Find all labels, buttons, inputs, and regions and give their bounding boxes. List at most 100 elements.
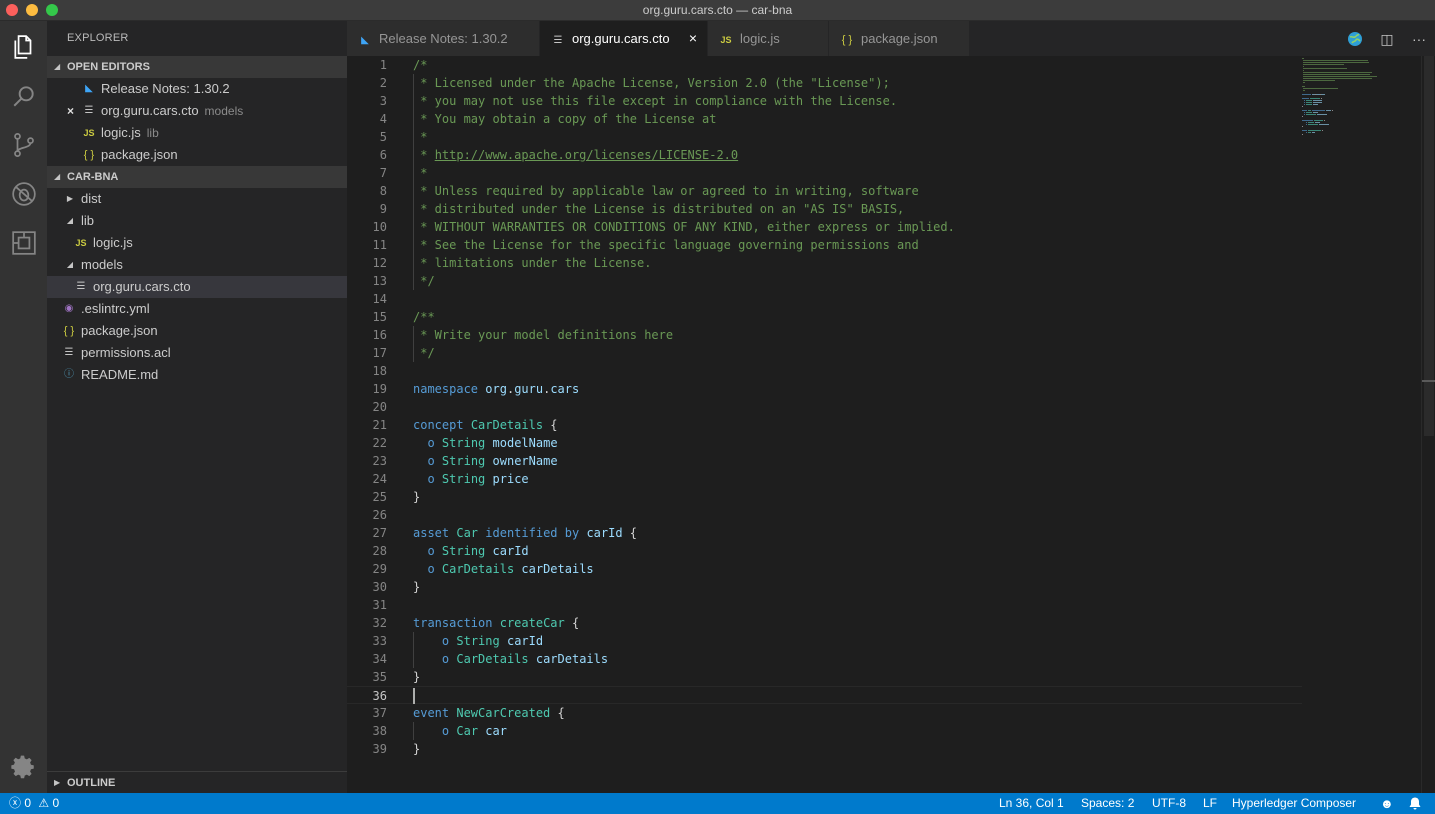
line-number[interactable]: 35: [347, 668, 387, 686]
line-number[interactable]: 12: [347, 254, 387, 272]
code-line[interactable]: 6 * http://www.apache.org/licenses/LICEN…: [347, 146, 1302, 164]
tree-folder-models[interactable]: ◢ models: [47, 254, 347, 276]
code-line[interactable]: 34 o CarDetails carDetails: [347, 650, 1302, 668]
feedback-smiley-icon[interactable]: ☻: [1380, 793, 1394, 814]
code-line[interactable]: 13 */: [347, 272, 1302, 290]
code-line[interactable]: 23 o String ownerName: [347, 452, 1302, 470]
debug-icon[interactable]: [0, 170, 47, 218]
line-number[interactable]: 22: [347, 434, 387, 452]
code-line[interactable]: 19 namespace org.guru.cars: [347, 380, 1302, 398]
line-number[interactable]: 7: [347, 164, 387, 182]
line-number[interactable]: 5: [347, 128, 387, 146]
code-line[interactable]: 7 *: [347, 164, 1302, 182]
code-line[interactable]: 14: [347, 290, 1302, 308]
code-line[interactable]: 11 * See the License for the specific la…: [347, 236, 1302, 254]
line-number[interactable]: 21: [347, 416, 387, 434]
code-line[interactable]: 17 */: [347, 344, 1302, 362]
editor-scrollbar[interactable]: [1421, 56, 1435, 793]
split-editor-icon[interactable]: ◫: [1377, 29, 1397, 49]
line-number[interactable]: 23: [347, 452, 387, 470]
code-line[interactable]: 12 * limitations under the License.: [347, 254, 1302, 272]
code-line[interactable]: 1 /*: [347, 56, 1302, 74]
code-line[interactable]: 24 o String price: [347, 470, 1302, 488]
tab-release-notes[interactable]: ◣ Release Notes: 1.30.2: [347, 21, 539, 56]
line-number[interactable]: 39: [347, 740, 387, 758]
code-line[interactable]: 9 * distributed under the License is dis…: [347, 200, 1302, 218]
code-line[interactable]: 29 o CarDetails carDetails: [347, 560, 1302, 578]
open-editors-header[interactable]: ◢ OPEN EDITORS: [47, 56, 347, 78]
settings-gear-icon[interactable]: [0, 743, 47, 791]
search-icon[interactable]: [0, 72, 47, 120]
line-number[interactable]: 32: [347, 614, 387, 632]
tree-folder-lib[interactable]: ◢ lib: [47, 210, 347, 232]
code-line[interactable]: 25}: [347, 488, 1302, 506]
line-number[interactable]: 19: [347, 380, 387, 398]
tree-file-permissions-acl[interactable]: ☰ permissions.acl: [47, 342, 347, 364]
open-editor-item-release-notes[interactable]: ◣ Release Notes: 1.30.2: [47, 78, 347, 100]
code-line[interactable]: 4 * You may obtain a copy of the License…: [347, 110, 1302, 128]
code-line[interactable]: 8 * Unless required by applicable law or…: [347, 182, 1302, 200]
more-actions-icon[interactable]: ···: [1409, 29, 1429, 49]
code-line[interactable]: 18: [347, 362, 1302, 380]
code-line[interactable]: 10 * WITHOUT WARRANTIES OR CONDITIONS OF…: [347, 218, 1302, 236]
globe-icon[interactable]: [1345, 29, 1365, 49]
line-number[interactable]: 36: [347, 687, 387, 705]
code-line[interactable]: 2 * Licensed under the Apache License, V…: [347, 74, 1302, 92]
line-number[interactable]: 34: [347, 650, 387, 668]
code-line[interactable]: 39}: [347, 740, 1302, 758]
source-control-icon[interactable]: [0, 121, 47, 169]
line-number[interactable]: 10: [347, 218, 387, 236]
open-editor-item-package[interactable]: { } package.json: [47, 144, 347, 166]
code-line[interactable]: 28 o String carId: [347, 542, 1302, 560]
end-of-line[interactable]: LF: [1203, 793, 1217, 814]
line-number[interactable]: 17: [347, 344, 387, 362]
tab-logic-js[interactable]: JS logic.js: [708, 21, 828, 56]
line-number[interactable]: 8: [347, 182, 387, 200]
code-line[interactable]: 38 o Car car: [347, 722, 1302, 740]
code-line[interactable]: 32 transaction createCar {: [347, 614, 1302, 632]
line-number[interactable]: 27: [347, 524, 387, 542]
outline-header[interactable]: ▶ OUTLINE: [47, 771, 347, 793]
indentation[interactable]: Spaces: 2: [1081, 793, 1134, 814]
tree-file-logic-js[interactable]: JS logic.js: [47, 232, 347, 254]
code-line[interactable]: 20: [347, 398, 1302, 416]
tree-file-readme[interactable]: ⓘ README.md: [47, 364, 347, 386]
minimap[interactable]: [1302, 56, 1422, 136]
close-icon[interactable]: ×: [67, 100, 74, 122]
cursor-position[interactable]: Ln 36, Col 1: [999, 793, 1064, 814]
line-number[interactable]: 9: [347, 200, 387, 218]
open-editor-item-logic[interactable]: JS logic.js lib: [47, 122, 347, 144]
line-number[interactable]: 38: [347, 722, 387, 740]
code-line[interactable]: 30}: [347, 578, 1302, 596]
language-mode[interactable]: Hyperledger Composer: [1232, 793, 1356, 814]
encoding[interactable]: UTF-8: [1152, 793, 1186, 814]
code-line[interactable]: 36: [347, 686, 1302, 704]
code-line[interactable]: 15 /**: [347, 308, 1302, 326]
close-icon[interactable]: ×: [689, 21, 697, 56]
project-header[interactable]: ◢ CAR-BNA: [47, 166, 347, 188]
line-number[interactable]: 29: [347, 560, 387, 578]
line-number[interactable]: 15: [347, 308, 387, 326]
line-number[interactable]: 20: [347, 398, 387, 416]
line-number[interactable]: 25: [347, 488, 387, 506]
extensions-icon[interactable]: [0, 219, 47, 267]
line-number[interactable]: 30: [347, 578, 387, 596]
tree-file-eslintrc[interactable]: ◉ .eslintrc.yml: [47, 298, 347, 320]
line-number[interactable]: 31: [347, 596, 387, 614]
line-number[interactable]: 1: [347, 56, 387, 74]
code-line[interactable]: 21 concept CarDetails {: [347, 416, 1302, 434]
code-line[interactable]: 33 o String carId: [347, 632, 1302, 650]
code-line[interactable]: 31: [347, 596, 1302, 614]
code-editor[interactable]: 1 /* 2 * Licensed under the Apache License…: [347, 56, 1435, 793]
notifications-bell-icon[interactable]: [1409, 793, 1421, 814]
open-editor-item-cto[interactable]: × ☰ org.guru.cars.cto models: [47, 100, 347, 122]
scrollbar-thumb[interactable]: [1424, 56, 1434, 436]
line-number[interactable]: 6: [347, 146, 387, 164]
line-number[interactable]: 11: [347, 236, 387, 254]
line-number[interactable]: 14: [347, 290, 387, 308]
code-line[interactable]: 22 o String modelName: [347, 434, 1302, 452]
line-number[interactable]: 13: [347, 272, 387, 290]
code-line[interactable]: 26: [347, 506, 1302, 524]
code-line[interactable]: 5 *: [347, 128, 1302, 146]
code-line[interactable]: 16 * Write your model definitions here: [347, 326, 1302, 344]
